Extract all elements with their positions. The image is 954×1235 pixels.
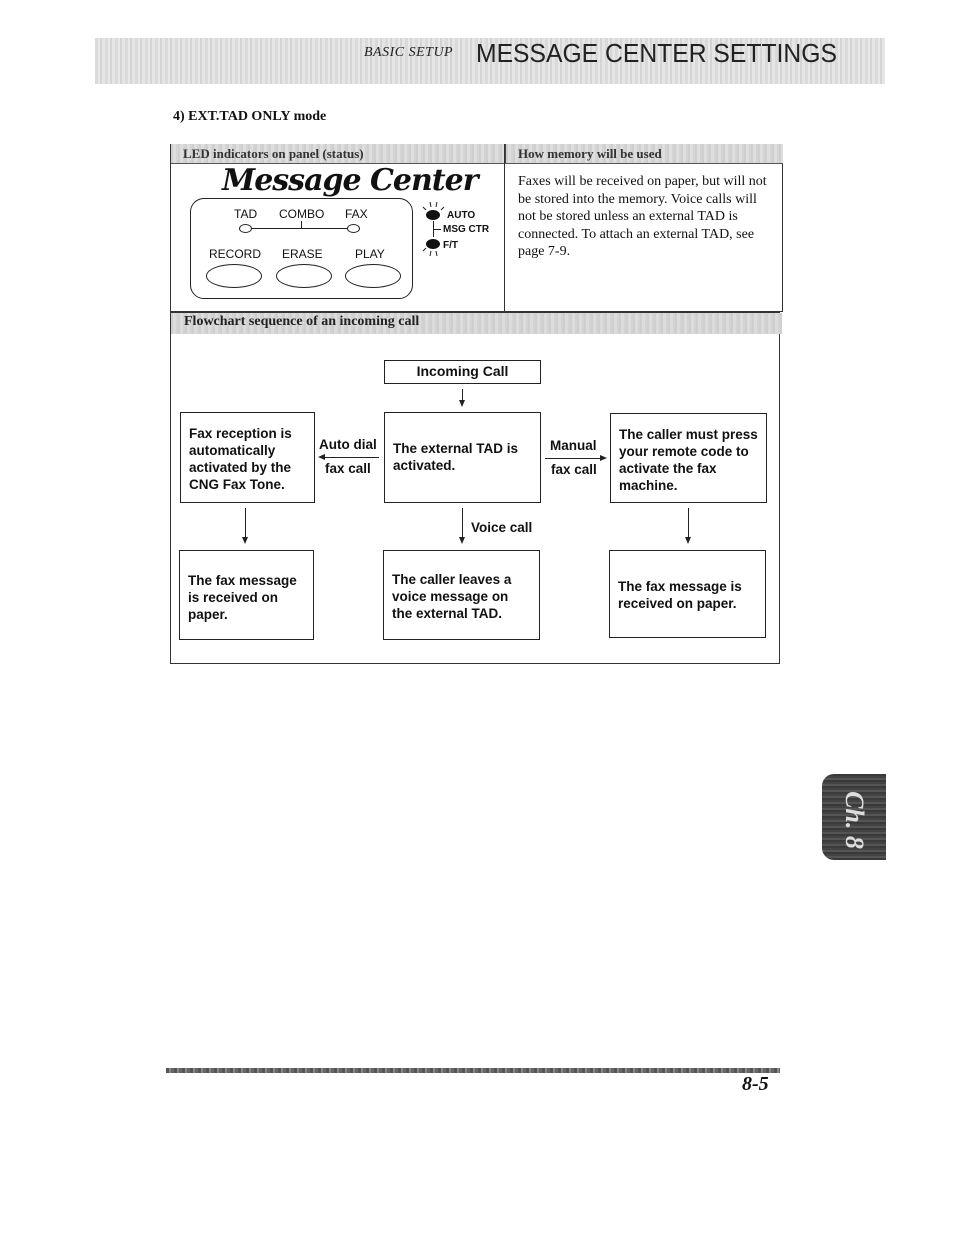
flowchart-heading: Flowchart sequence of an incoming call (171, 313, 782, 334)
fax-reception-box: Fax reception is automatically activated… (180, 412, 315, 503)
auto-fax-call-label: fax call (325, 461, 371, 476)
voice-message-box: The caller leaves a voice message on the… (383, 550, 540, 640)
manual-arrow-line (545, 458, 601, 459)
page-number: 8-5 (742, 1073, 769, 1095)
chapter-tab-label: Ch. 8 (840, 791, 869, 849)
record-label: RECORD (209, 247, 262, 261)
fax-led-icon (347, 224, 360, 233)
play-button-icon (345, 264, 401, 288)
right-down-connector (688, 508, 689, 538)
footer-rule (166, 1068, 780, 1073)
auto-label: AUTO (447, 210, 476, 221)
arrow-down-icon (242, 537, 248, 544)
tad-label: TAD (234, 207, 258, 221)
led-column-header: LED indicators on panel (status) (171, 144, 504, 164)
tad-led-icon (239, 224, 252, 233)
manual-fax-call-label: fax call (551, 462, 597, 477)
left-down-connector (245, 508, 246, 538)
external-tad-box: The external TAD is activated. (384, 412, 541, 503)
erase-button-icon (276, 264, 332, 288)
column-divider (504, 144, 505, 312)
voice-call-label: Voice call (471, 520, 533, 535)
arrow-down-icon (459, 400, 465, 407)
fax-label: FAX (345, 207, 368, 221)
combo-tick (301, 221, 302, 228)
message-center-logo: Message Center (222, 163, 479, 198)
arrow-down-icon (459, 537, 465, 544)
erase-label: ERASE (282, 247, 323, 261)
auto-led-rays-icon (422, 201, 445, 211)
fax-received-box-left: The fax message is received on paper. (179, 550, 314, 640)
mode-connector-line (252, 228, 347, 229)
arrow-right-icon (600, 455, 607, 461)
record-button-icon (206, 264, 262, 288)
remote-code-box: The caller must press your remote code t… (610, 413, 767, 503)
mode-heading: 4) EXT.TAD ONLY mode (173, 109, 327, 124)
arrow-down-icon (685, 537, 691, 544)
auto-dial-arrow-line (323, 457, 379, 458)
section-label: BASIC SETUP (364, 45, 454, 60)
play-label: PLAY (355, 247, 385, 261)
memory-column-header: How memory will be used (505, 144, 783, 164)
msg-ctr-label: MSG CTR (443, 224, 490, 235)
combo-label: COMBO (279, 207, 325, 221)
msg-ctr-tick (433, 229, 441, 230)
manual-label: Manual (550, 438, 597, 453)
ft-label: F/T (443, 240, 458, 251)
page-title: MESSAGE CENTER SETTINGS (476, 38, 837, 68)
fax-received-box-right: The fax message is received on paper. (609, 550, 766, 638)
memory-description: Faxes will be received on paper, but wil… (518, 174, 767, 259)
arrow-left-icon (318, 454, 325, 460)
incoming-call-box: Incoming Call (384, 360, 541, 384)
auto-dial-label: Auto dial (319, 437, 377, 452)
center-down-connector (462, 508, 463, 538)
